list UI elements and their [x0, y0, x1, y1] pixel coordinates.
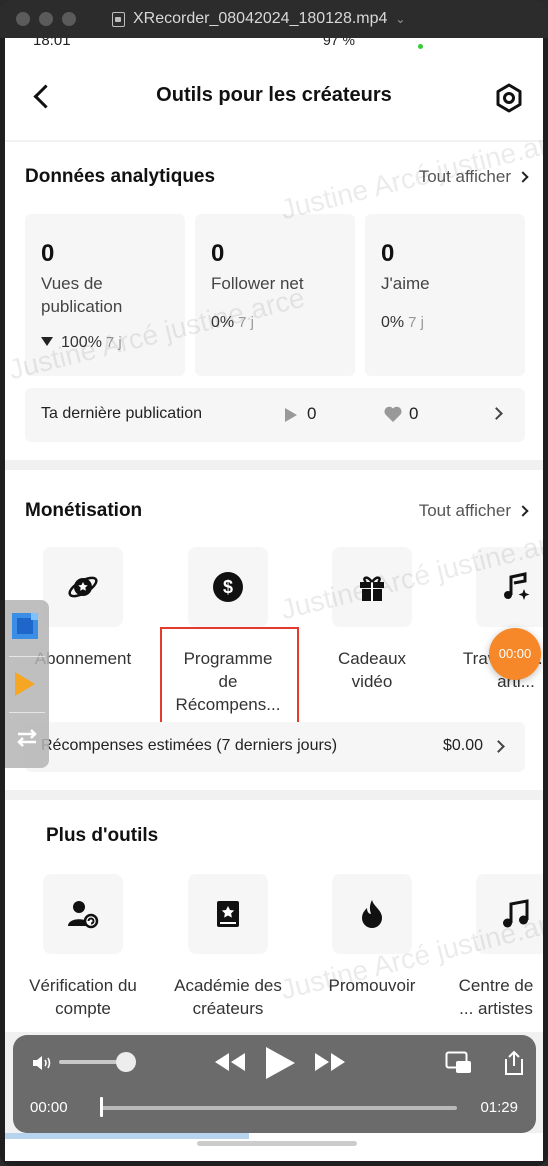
- window-titlebar: XRecorder_08042024_180128.mp4 ⌄: [0, 0, 548, 38]
- page-title: Outils pour les créateurs: [156, 84, 392, 106]
- volume-icon[interactable]: [31, 1053, 53, 1073]
- total-duration: 01:29: [480, 1099, 518, 1116]
- recording-timer-bubble[interactable]: 00:00: [489, 628, 541, 680]
- rewards-value: $0.00: [442, 737, 483, 754]
- stat-card-views[interactable]: 0 Vues de publication 100% 7 j: [25, 214, 185, 376]
- green-indicator-dot: [418, 44, 423, 49]
- chevron-right-icon: [492, 740, 505, 753]
- analytics-see-all[interactable]: Tout afficher: [419, 167, 529, 187]
- user-verify-icon: [68, 901, 99, 929]
- status-battery: 97 %: [323, 38, 355, 48]
- rewards-label: Récompenses estimées (7 derniers jours): [41, 737, 338, 754]
- video-file-icon: [112, 11, 125, 27]
- tool-label: Cadeaux vidéo: [337, 649, 407, 691]
- phone-screen: 18:01 97 % Outils pour les créateurs Don…: [5, 38, 543, 1161]
- tool-label: Vérification du compte: [29, 976, 137, 1018]
- timeline-scrubber[interactable]: [101, 1106, 457, 1110]
- music-note-icon: [503, 899, 529, 928]
- tool-video-gifts[interactable]: Cadeaux vidéo: [307, 547, 437, 693]
- stat-card-likes[interactable]: 0 J'aime 0% 7 j: [365, 214, 525, 376]
- analytics-title: Données analytiques: [25, 166, 216, 187]
- page-header: Outils pour les créateurs: [5, 52, 543, 140]
- svg-text:$: $: [223, 577, 233, 597]
- stat-card-followers[interactable]: 0 Follower net 0% 7 j: [195, 214, 355, 376]
- status-bar: 18:01 97 %: [5, 38, 543, 52]
- record-play-icon[interactable]: [15, 672, 35, 696]
- active-tab-indicator: [5, 1133, 249, 1139]
- video-player-controls: 00:00 01:29: [13, 1035, 536, 1133]
- tool-label: Promouvoir: [328, 976, 416, 995]
- stat-change: 100% 7 j: [41, 334, 122, 352]
- close-button[interactable]: [16, 12, 30, 26]
- monetisation-see-all[interactable]: Tout afficher: [419, 501, 529, 521]
- window-controls: [16, 12, 76, 26]
- window-title[interactable]: XRecorder_08042024_180128.mp4 ⌄: [112, 10, 405, 28]
- quicktime-window: XRecorder_08042024_180128.mp4 ⌄ 18:01 97…: [0, 0, 548, 1166]
- current-time: 00:00: [30, 1099, 68, 1116]
- highlight-box: [160, 627, 299, 724]
- chevron-right-icon: [517, 171, 529, 183]
- rewind-icon[interactable]: [213, 1051, 247, 1073]
- gift-icon: [360, 576, 384, 601]
- heart-icon: [384, 406, 402, 422]
- tool-account-verification[interactable]: Vérification du compte: [18, 874, 148, 1020]
- flame-icon: [362, 900, 382, 928]
- play-icon: [285, 408, 297, 422]
- tool-artist-center[interactable]: Centre de ... artistes: [451, 874, 543, 1020]
- minimize-button[interactable]: [39, 12, 53, 26]
- playhead[interactable]: [100, 1097, 103, 1117]
- tool-label: Centre de ... artistes: [458, 976, 534, 1018]
- play-button[interactable]: [263, 1045, 297, 1081]
- swap-arrows-icon[interactable]: [15, 726, 39, 750]
- stat-label: J'aime: [381, 274, 430, 293]
- last-post-row[interactable]: Ta dernière publication 0 0: [25, 388, 525, 442]
- monetisation-title: Monétisation: [25, 500, 143, 521]
- home-indicator[interactable]: [197, 1141, 357, 1146]
- tool-label: Académie des créateurs: [174, 976, 282, 1018]
- dollar-coin-icon: $: [213, 572, 243, 602]
- stat-change: 0% 7 j: [381, 314, 424, 331]
- last-post-label: Ta dernière publication: [41, 405, 202, 422]
- stat-change: 0% 7 j: [211, 314, 254, 331]
- floating-tool-panel: [5, 600, 49, 768]
- fast-forward-icon[interactable]: [313, 1051, 347, 1073]
- zoom-button[interactable]: [62, 12, 76, 26]
- stat-label: Follower net: [211, 274, 304, 293]
- last-post-likes: 0: [409, 404, 419, 423]
- subscription-planet-icon: [68, 576, 98, 598]
- tool-creator-academy[interactable]: Académie des créateurs: [163, 874, 293, 1020]
- volume-knob[interactable]: [116, 1052, 136, 1072]
- chevron-right-icon: [490, 407, 503, 420]
- tool-promote[interactable]: Promouvoir: [307, 874, 437, 997]
- bottom-navigation: [5, 1133, 543, 1161]
- estimated-rewards-row[interactable]: Récompenses estimées (7 derniers jours) …: [25, 722, 525, 772]
- chevron-right-icon: [517, 505, 529, 517]
- book-star-icon: [217, 901, 239, 927]
- stat-value: 0: [41, 240, 55, 267]
- chevron-down-icon: ⌄: [395, 12, 406, 26]
- stat-label: Vues de publication: [41, 274, 123, 316]
- share-icon[interactable]: [501, 1049, 527, 1077]
- picture-in-picture-icon[interactable]: [445, 1051, 473, 1075]
- music-note-sparkle-icon: [504, 572, 530, 600]
- more-tools-title: Plus d'outils: [46, 825, 159, 846]
- screenshot-icon[interactable]: [11, 612, 39, 640]
- status-time: 18:01: [33, 38, 71, 49]
- triangle-down-icon: [41, 337, 53, 346]
- stat-value: 0: [211, 240, 225, 267]
- stat-value: 0: [381, 240, 395, 267]
- gear-icon[interactable]: [493, 82, 525, 114]
- last-post-views: 0: [307, 404, 317, 423]
